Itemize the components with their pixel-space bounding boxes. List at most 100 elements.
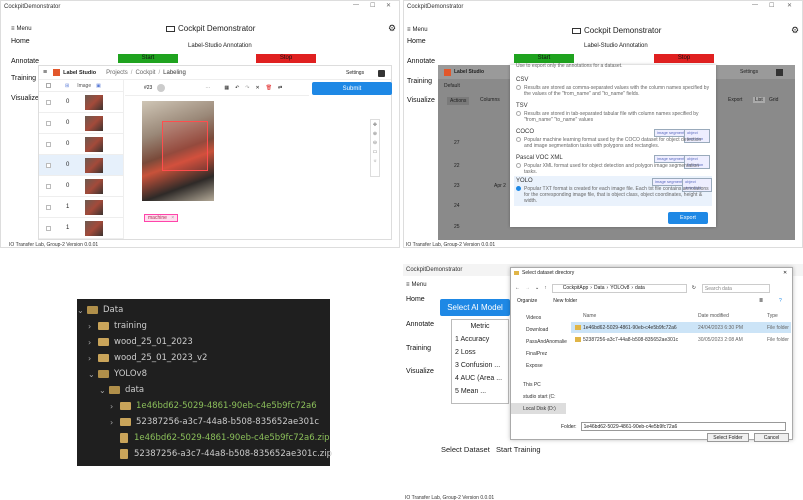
path-segment[interactable]: data xyxy=(635,285,645,291)
pan-tool-icon[interactable]: ✥ xyxy=(373,122,377,128)
radio-button[interactable] xyxy=(516,163,521,168)
select-folder-button[interactable]: Select Folder xyxy=(707,433,749,442)
chevron-right-icon[interactable]: › xyxy=(88,322,98,331)
col-type[interactable]: Type xyxy=(767,313,778,319)
search-input[interactable]: Search data xyxy=(701,283,770,293)
radio-button[interactable] xyxy=(516,111,521,116)
sidebar-item-drive-d[interactable]: Local Disk (D:) xyxy=(511,403,566,414)
new-folder-button[interactable]: New folder xyxy=(553,298,577,304)
nav-annotate[interactable]: Annotate xyxy=(11,58,39,65)
close-icon[interactable]: ✕ xyxy=(783,270,787,276)
path-segment[interactable]: Data xyxy=(594,285,605,291)
col-date[interactable]: Date modified xyxy=(698,313,729,319)
tree-folder[interactable]: › 52387256-a3c7-44a8-b508-835652ae301c xyxy=(77,415,319,429)
table-row[interactable]: 1 xyxy=(39,197,123,218)
ls-submit-button[interactable]: Submit xyxy=(312,82,392,95)
nav-annotate[interactable]: Annotate xyxy=(407,58,435,65)
stop-button[interactable]: Stop xyxy=(256,54,316,63)
zoom-in-icon[interactable]: ⊕ xyxy=(373,131,377,137)
region-label-tag[interactable]: machine × xyxy=(144,214,179,222)
refresh-icon[interactable]: ↻ xyxy=(692,285,696,291)
sidebar-item-videos[interactable]: Videos xyxy=(511,312,566,323)
metric-row[interactable]: 1 Accuracy xyxy=(455,336,508,343)
ls-avatar[interactable] xyxy=(776,69,783,76)
nav-visualize[interactable]: Visualize xyxy=(406,368,434,375)
metric-row[interactable]: 2 Loss xyxy=(455,349,508,356)
swap-icon[interactable]: ⇄ xyxy=(278,85,282,91)
row-checkbox[interactable] xyxy=(46,141,51,147)
tree-zip-file[interactable]: 1e46bd62-5029-4861-90eb-c4e5b9fc72a6.zip xyxy=(77,431,330,445)
close-icon[interactable]: ✕ xyxy=(787,2,792,9)
reset-icon[interactable]: ✕ xyxy=(255,85,259,91)
select-dataset-button[interactable]: Select Dataset xyxy=(441,445,490,454)
metric-row[interactable]: 4 AUC (Area ... xyxy=(455,375,508,382)
close-icon[interactable]: ✕ xyxy=(386,2,391,9)
table-row-selected[interactable]: 0 xyxy=(39,155,123,176)
back-icon[interactable]: ← xyxy=(515,285,520,291)
minimize-icon[interactable]: — xyxy=(353,2,359,8)
columns-dropdown[interactable]: Columns xyxy=(480,97,500,103)
row-checkbox[interactable] xyxy=(46,120,51,126)
cancel-button[interactable]: Cancel xyxy=(754,433,789,442)
radio-button[interactable] xyxy=(516,137,521,142)
settings-gear-icon[interactable]: ⚙ xyxy=(791,25,799,36)
sidebar-item-download[interactable]: Download xyxy=(511,324,566,335)
minimize-icon[interactable]: — xyxy=(752,2,758,8)
start-button[interactable]: Start xyxy=(514,54,574,63)
nav-training[interactable]: Training xyxy=(407,78,432,85)
table-row[interactable]: 0 xyxy=(39,134,123,155)
chevron-right-icon[interactable]: › xyxy=(110,418,120,427)
nav-visualize[interactable]: Visualize xyxy=(11,95,39,102)
annotator-menu-icon[interactable]: ⋯ xyxy=(205,85,210,91)
up-icon[interactable]: ↑ xyxy=(544,285,547,291)
nav-home[interactable]: Home xyxy=(407,38,426,45)
sidebar-item-folder[interactable]: Expose xyxy=(511,360,566,371)
tree-folder[interactable]: ⌄ YOLOv8 xyxy=(77,367,147,381)
history-icon[interactable]: ▦ xyxy=(224,85,229,91)
folder-field[interactable]: 1e46bd62-5029-4861-90eb-c4e5b9fc72a6 xyxy=(580,422,786,431)
start-training-button[interactable]: Start Training xyxy=(496,445,541,454)
radio-button[interactable] xyxy=(516,85,521,90)
view-options-icon[interactable]: ≣ xyxy=(759,298,763,304)
close-small-icon[interactable]: × xyxy=(171,215,174,221)
delete-icon[interactable]: 🗑 xyxy=(266,85,272,91)
path-segment[interactable]: CockpitApp xyxy=(563,285,589,291)
chevron-down-icon[interactable]: ⌄ xyxy=(88,370,98,379)
file-row[interactable]: 52387256-a3c7-44a8-b508-835652ae301c 30/… xyxy=(571,334,791,345)
sidebar-item-folder[interactable]: PassAndAnomalie xyxy=(511,336,567,347)
format-pascal-voc[interactable]: Pascal VOC XML image segmentation object… xyxy=(516,155,710,175)
col-name[interactable]: Name xyxy=(583,313,596,319)
tree-folder[interactable]: ⌄ Data xyxy=(77,303,123,317)
table-row[interactable]: 0 xyxy=(39,113,123,134)
sidebar-item-drive-c[interactable]: studio start (C: xyxy=(511,391,566,402)
format-tsv[interactable]: TSV Results are stored in tab-separated … xyxy=(516,103,710,123)
ls-hamburger-icon[interactable]: ≡ xyxy=(43,69,47,76)
path-segment[interactable]: YOLOv8 xyxy=(610,285,629,291)
actions-dropdown[interactable]: Actions xyxy=(447,97,470,105)
table-row[interactable]: 0 xyxy=(39,92,123,113)
format-csv[interactable]: CSV Results are stored as comma-separate… xyxy=(516,77,710,97)
settings-gear-icon[interactable]: ⚙ xyxy=(388,23,396,34)
zoom-out-icon[interactable]: ⊖ xyxy=(373,140,377,146)
nav-training[interactable]: Training xyxy=(11,75,36,82)
tree-folder[interactable]: › 1e46bd62-5029-4861-90eb-c4e5b9fc72a6 xyxy=(77,399,317,413)
tree-folder[interactable]: › training xyxy=(77,319,147,333)
brightness-icon[interactable]: ☼ xyxy=(373,158,378,164)
tree-folder[interactable]: › wood_25_01_2023_v2 xyxy=(77,351,207,365)
forward-icon[interactable]: → xyxy=(525,285,530,291)
export-top-button[interactable]: Export xyxy=(728,97,742,103)
metric-row[interactable]: 3 Confusion ... xyxy=(455,362,508,369)
ls-settings-button[interactable]: Settings xyxy=(346,70,364,76)
nav-home[interactable]: Home xyxy=(406,296,425,303)
row-checkbox[interactable] xyxy=(46,204,51,210)
chevron-right-icon[interactable]: › xyxy=(110,402,120,411)
table-row[interactable]: 1 xyxy=(39,218,123,239)
file-row-selected[interactable]: 1e46bd62-5029-4861-90eb-c4e5b9fc72a6 24/… xyxy=(571,322,791,333)
nav-training[interactable]: Training xyxy=(406,345,431,352)
organize-button[interactable]: Organize xyxy=(517,298,537,304)
sidebar-item-folder[interactable]: FinalPrez xyxy=(511,348,566,359)
menu-button[interactable]: ≡ Menu xyxy=(11,26,32,32)
help-icon[interactable]: ? xyxy=(779,298,782,304)
row-checkbox[interactable] xyxy=(46,225,51,231)
rect-tool-icon[interactable]: ▭ xyxy=(373,149,378,155)
